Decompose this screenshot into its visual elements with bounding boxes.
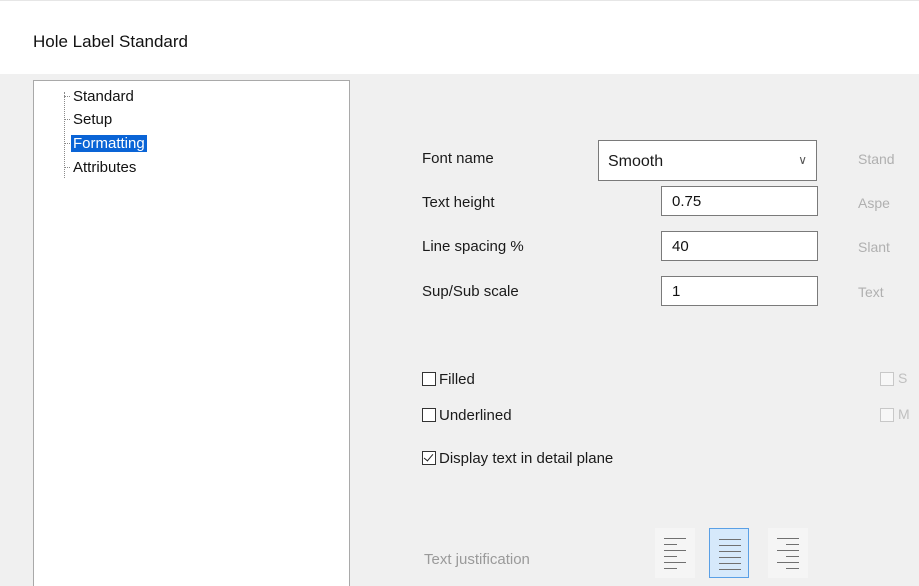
tree-item-setup[interactable]: Setup bbox=[64, 110, 114, 128]
underlined-checkbox-row[interactable]: Underlined bbox=[422, 405, 512, 425]
chevron-down-icon: ∨ bbox=[798, 153, 807, 167]
disabled-checkbox-2 bbox=[880, 408, 894, 422]
tree-item-label: Standard bbox=[73, 87, 134, 105]
detail-plane-checkbox[interactable] bbox=[422, 451, 436, 465]
filled-checkbox-row[interactable]: Filled bbox=[422, 369, 475, 389]
justify-center-button[interactable] bbox=[709, 528, 749, 578]
justify-right-button[interactable] bbox=[768, 528, 808, 578]
text-justification-label: Text justification bbox=[424, 551, 530, 568]
category-tree[interactable] bbox=[33, 80, 350, 586]
window-title: Hole Label Standard bbox=[33, 32, 189, 51]
underlined-label: Underlined bbox=[439, 406, 512, 424]
filled-checkbox[interactable] bbox=[422, 372, 436, 386]
line-spacing-label: Line spacing % bbox=[422, 238, 524, 255]
tree-item-label: Attributes bbox=[73, 158, 137, 176]
faded-label-standard: Stand bbox=[858, 151, 895, 167]
disabled-checkbox-1 bbox=[880, 372, 894, 386]
text-height-label: Text height bbox=[422, 194, 495, 211]
tree-item-label: Formatting bbox=[71, 134, 147, 152]
filled-label: Filled bbox=[439, 370, 475, 388]
font-name-label: Font name bbox=[422, 150, 494, 167]
title-bar: Hole Label Standard bbox=[0, 0, 919, 75]
line-spacing-input[interactable] bbox=[661, 231, 818, 261]
detail-plane-checkbox-row[interactable]: Display text in detail plane bbox=[422, 448, 613, 468]
justify-left-button[interactable] bbox=[655, 528, 695, 578]
underlined-checkbox[interactable] bbox=[422, 408, 436, 422]
supsub-scale-input[interactable] bbox=[661, 276, 818, 306]
detail-plane-label: Display text in detail plane bbox=[439, 449, 614, 467]
font-name-select[interactable]: Smooth ∨ bbox=[598, 140, 817, 181]
tree-item-formatting[interactable]: Formatting bbox=[64, 134, 147, 152]
faded-label-aspect: Aspe bbox=[858, 195, 890, 211]
faded-label-text: Text bbox=[858, 284, 884, 300]
tree-item-label: Setup bbox=[73, 110, 113, 128]
disabled-checkbox-label-2: M bbox=[898, 406, 910, 422]
tree-item-standard[interactable]: Standard bbox=[64, 87, 136, 105]
supsub-scale-label: Sup/Sub scale bbox=[422, 283, 519, 300]
disabled-checkbox-label-1: S bbox=[898, 370, 908, 386]
font-name-value: Smooth bbox=[608, 153, 664, 170]
text-height-input[interactable] bbox=[661, 186, 818, 216]
tree-item-attributes[interactable]: Attributes bbox=[64, 158, 138, 176]
faded-label-slant: Slant bbox=[858, 239, 890, 255]
